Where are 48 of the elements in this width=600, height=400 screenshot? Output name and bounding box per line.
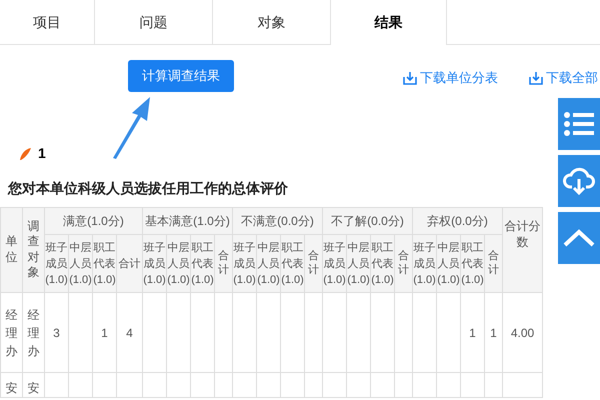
table-cell: 1 bbox=[92, 292, 116, 372]
table-header: 单位 bbox=[0, 208, 22, 292]
table-cell: 经理办 bbox=[22, 292, 44, 372]
table-cell: 3 bbox=[44, 292, 68, 372]
table-header: 职工代表(1.0) bbox=[190, 234, 214, 292]
scroll-top-button[interactable] bbox=[558, 212, 600, 264]
table-header: 合计 bbox=[214, 234, 232, 292]
table-header: 班子成员(1.0) bbox=[232, 234, 256, 292]
download-icon bbox=[529, 70, 543, 85]
table-cell: 4.00 bbox=[502, 292, 542, 372]
table-cell: 安 bbox=[0, 372, 22, 398]
table-header: 中层人员(1.0) bbox=[346, 234, 370, 292]
table-header: 班子成员(1.0) bbox=[322, 234, 346, 292]
table-cell: 1 bbox=[460, 292, 484, 372]
tab[interactable]: 问题 bbox=[95, 0, 213, 45]
table-header: 职工代表(1.0) bbox=[370, 234, 394, 292]
table-header: 职工代表(1.0) bbox=[280, 234, 304, 292]
table-header: 合计 bbox=[394, 234, 412, 292]
download-link[interactable]: 下载全部 bbox=[529, 68, 598, 88]
table-header: 中层人员(1.0) bbox=[166, 234, 190, 292]
count-label: 1 bbox=[38, 144, 46, 163]
cloud-download-icon bbox=[563, 167, 595, 195]
list-button[interactable] bbox=[558, 98, 600, 150]
table-header: 中层人员(1.0) bbox=[436, 234, 460, 292]
table-header: 班子成员(1.0) bbox=[44, 234, 68, 292]
question-title: 您对本单位科级人员选拔任用工作的总体评价 bbox=[8, 179, 288, 198]
tab[interactable]: 项目 bbox=[0, 0, 95, 45]
download-icon bbox=[403, 70, 417, 85]
download-link[interactable]: 下载单位分表 bbox=[403, 68, 498, 88]
table-header: 班子成员(1.0) bbox=[142, 234, 166, 292]
table-cell: 4 bbox=[116, 292, 142, 372]
table-cell: 安 bbox=[22, 372, 44, 398]
pointer-arrow bbox=[110, 95, 152, 160]
table-header: 班子成员(1.0) bbox=[412, 234, 436, 292]
list-icon bbox=[564, 112, 594, 136]
table-header: 中层人员(1.0) bbox=[68, 234, 92, 292]
table-header: 职工代表(1.0) bbox=[460, 234, 484, 292]
table-header: 职工代表(1.0) bbox=[92, 234, 116, 292]
chevron-up-icon bbox=[563, 229, 595, 247]
table-header: 合计 bbox=[304, 234, 322, 292]
table-cell: 经理办 bbox=[0, 292, 22, 372]
table-header: 合计 bbox=[116, 234, 142, 292]
tab[interactable]: 对象 bbox=[213, 0, 331, 45]
table-cell: 1 bbox=[484, 292, 502, 372]
feather-icon bbox=[18, 146, 32, 160]
calculate-button[interactable]: 计算调查结果 bbox=[128, 60, 234, 92]
table-header: 中层人员(1.0) bbox=[256, 234, 280, 292]
cloud-download-button[interactable] bbox=[558, 155, 600, 207]
